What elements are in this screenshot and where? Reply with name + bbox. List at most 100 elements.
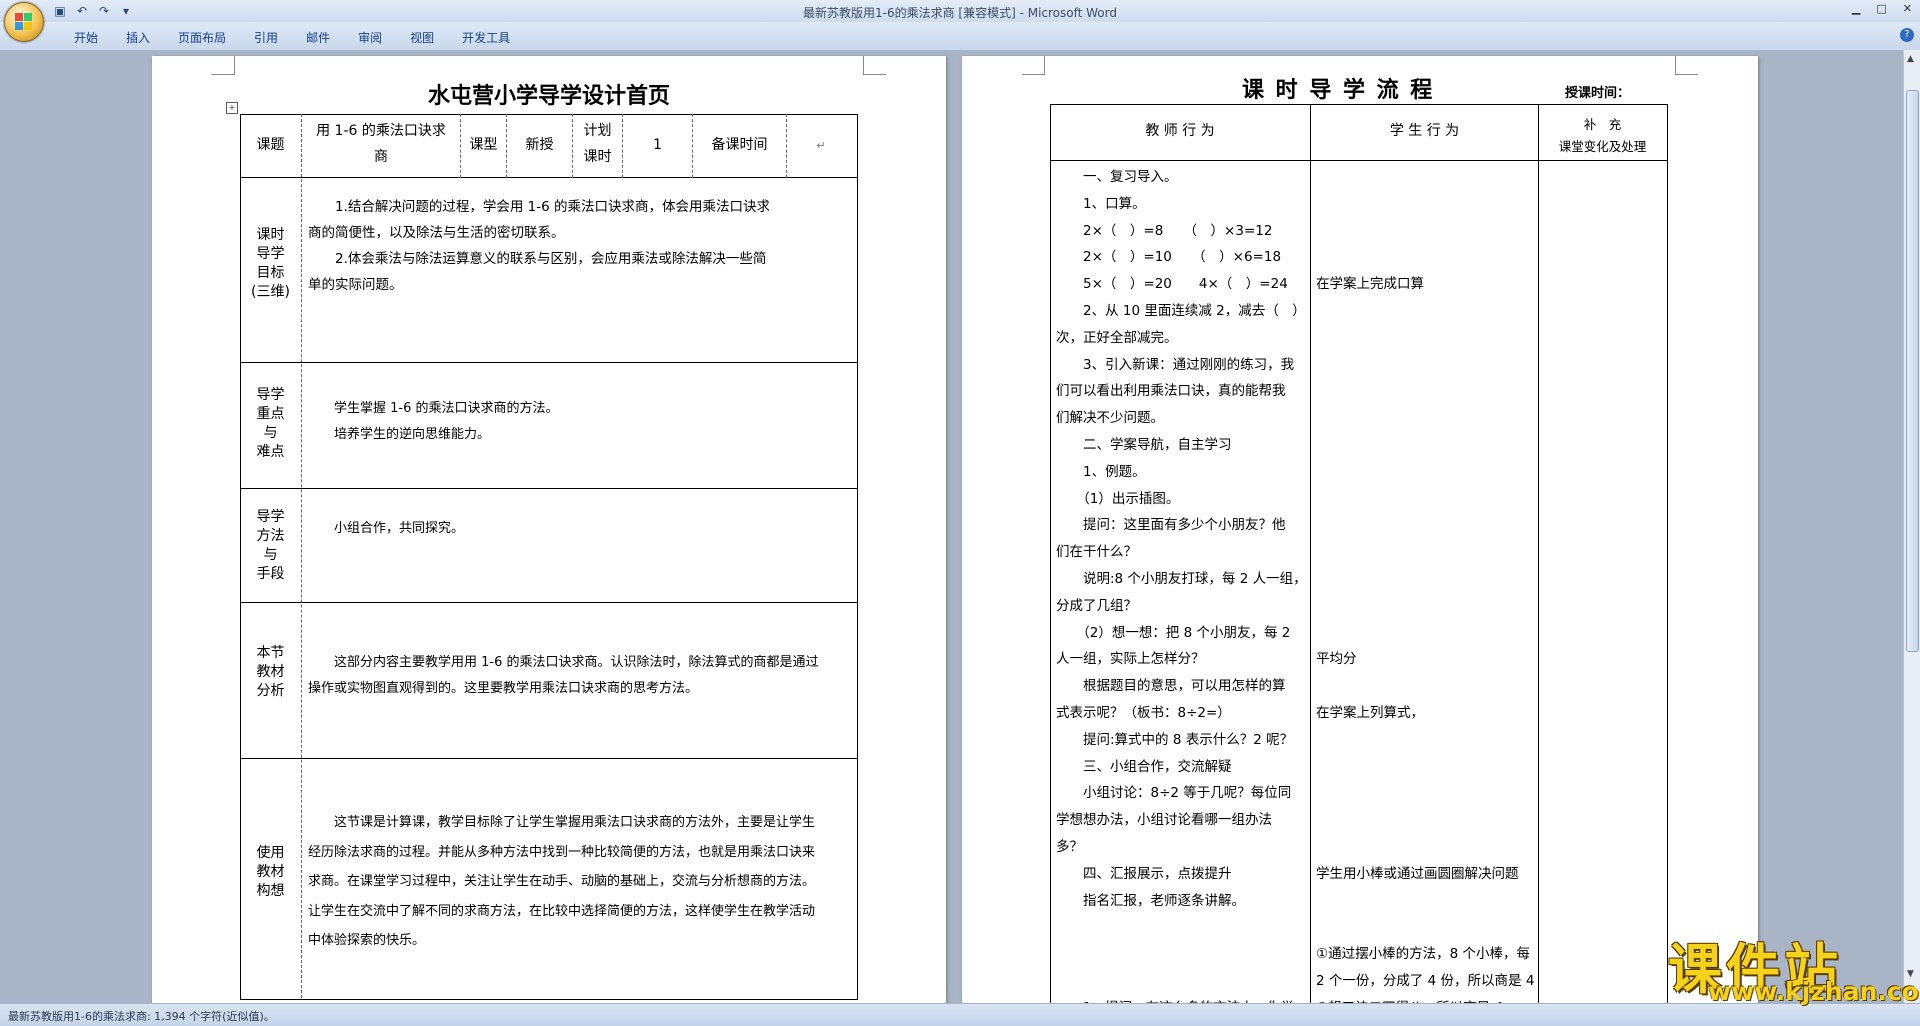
table-rule [240, 602, 858, 603]
student-line: 平均分 [1316, 651, 1357, 668]
plan-label-line: 课时 [583, 149, 612, 165]
key-points-label-line: 重点 [256, 406, 285, 422]
table-rule [240, 177, 858, 178]
maximize-icon[interactable]: □ [1876, 2, 1886, 15]
student-line [1316, 914, 1534, 941]
close-icon[interactable]: ✕ [1903, 2, 1912, 15]
page-title: 水屯营小学导学设计首页 [427, 83, 670, 109]
student-line [1316, 459, 1534, 486]
teacher-line: 们解决不少问题。 [1056, 410, 1164, 427]
site-watermark: 课件站 www.kjzhan.com [1668, 925, 1920, 1006]
tab-home[interactable]: 开始 [60, 29, 112, 46]
window-title: 最新苏教版用1-6的乘法求商 [兼容模式] - Microsoft Word [802, 6, 1117, 20]
goals-line: 1.结合解决问题的过程，学会用 1-6 的乘法口诀求商，体会用乘法口诀求 [308, 199, 771, 215]
plan-label: 计划 课时 [573, 118, 622, 170]
page-left[interactable]: + 水屯营小学导学设计首页 课题 用 1-6 的乘法口诀求 商 课型 新授 计划… [152, 56, 946, 1006]
goals-label-line: 课时 [256, 227, 285, 243]
methods-line: 小组合作，共同探究。 [308, 521, 465, 536]
teacher-header: 教 师 行 为 [1145, 123, 1215, 139]
student-line [1316, 807, 1534, 834]
plan-value: 1 [653, 137, 662, 153]
extra-header: 补 充 课堂变化及处理 [1539, 114, 1666, 158]
conception-content[interactable]: 这节课是计算课，教学目标除了让学生掌握用乘法口诀求商的方法外，主要是让学生 经历… [308, 808, 856, 956]
tab-developer[interactable]: 开发工具 [448, 29, 524, 46]
analysis-line: 这部分内容主要教学用用 1-6 的乘法口诀求商。认识除法时，除法算式的商都是通过 [308, 655, 819, 670]
teacher-actions[interactable]: 一、复习导入。 1、口算。 2×（ ）=8 （ ）×3=12 2×（ ）=10 … [1056, 164, 1307, 1006]
student-line [1316, 620, 1534, 647]
teacher-line: 根据题目的意思，可以用怎样的算 [1056, 678, 1286, 695]
teacher-line: 提问：这里面有多少个小朋友？他 [1056, 517, 1286, 534]
teacher-line: 人一组，实际上怎样分？ [1056, 651, 1205, 668]
help-icon[interactable]: ? [1900, 28, 1914, 42]
student-line [1316, 164, 1534, 191]
tab-insert[interactable]: 插入 [112, 29, 164, 46]
vertical-scrollbar[interactable]: ▲ ▼ [1903, 50, 1920, 1003]
key-points-label: 导学 重点 与 难点 [240, 386, 301, 462]
type-value: 新授 [525, 137, 554, 153]
tab-review[interactable]: 审阅 [344, 29, 396, 46]
teacher-line [1056, 968, 1307, 995]
conception-label: 使用 教材 构想 [240, 844, 301, 901]
lesson-time-label: 授课时间： [1565, 86, 1631, 101]
analysis-label-line: 教材 [256, 664, 285, 680]
extra-header-line: 课堂变化及处理 [1558, 139, 1647, 154]
analysis-label: 本节 教材 分析 [240, 644, 301, 701]
key-points-line: 培养学生的逆向思维能力。 [308, 427, 491, 442]
conception-label-line: 教材 [256, 864, 285, 880]
table-rule [240, 758, 858, 759]
topic-label: 课题 [256, 137, 285, 153]
student-line [1316, 780, 1534, 807]
teacher-line: 5×（ ）=20 4×（ ）=24 [1056, 276, 1288, 293]
office-button[interactable] [4, 2, 44, 42]
key-points-line: 学生掌握 1-6 的乘法口诀求商的方法。 [308, 401, 559, 416]
teacher-line: 小组讨论：8÷2 等于几呢？每位同 [1056, 785, 1292, 802]
office-logo-icon [15, 13, 33, 31]
key-points-label-line: 难点 [256, 444, 285, 460]
conception-label-line: 构想 [256, 883, 285, 899]
title-bar: ▣ ↶ ↷ ▾ 最新苏教版用1-6的乘法求商 [兼容模式] - Microsof… [0, 0, 1920, 22]
teacher-line: 提问:算式中的 8 表示什么？2 呢？ [1056, 731, 1294, 748]
teacher-line: 们在干什么？ [1056, 544, 1137, 561]
word-count-status[interactable]: 最新苏教版用1-6的乘法求商: 1,394 个字符(近似值)。 [8, 1008, 275, 1024]
table-rule [240, 488, 858, 489]
extra-header-line: 补 充 [1583, 117, 1622, 132]
tab-references[interactable]: 引用 [240, 29, 292, 46]
student-line [1316, 566, 1534, 593]
teacher-line: 1、口算。 [1056, 195, 1146, 212]
page-right[interactable]: 课 时 导 学 流 程 授课时间： 教 师 行 为 学 生 行 为 补 充 课堂… [962, 56, 1758, 1006]
minimize-icon[interactable]: ▁ [1852, 2, 1860, 15]
page-title: 课 时 导 学 流 程 [1242, 77, 1435, 103]
topic-value-line: 用 1-6 的乘法口诀求 [316, 123, 446, 139]
goals-line: 2.体会乘法与除法运算意义的联系与区别，会应用乘法或除法解决一些简 [308, 251, 767, 267]
key-points-content[interactable]: 学生掌握 1-6 的乘法口诀求商的方法。 培养学生的逆向思维能力。 [308, 396, 856, 448]
conception-line: 这节课是计算课，教学目标除了让学生掌握用乘法口诀求商的方法外，主要是让学生 [308, 815, 816, 830]
student-line [1316, 727, 1534, 754]
prep-time-value[interactable]: ↵ [787, 136, 855, 155]
scroll-up-icon[interactable]: ▲ [1907, 54, 1914, 64]
student-line: 学生用小棒或通过画圆圈解决问题 [1316, 865, 1519, 882]
crop-mark [863, 56, 886, 75]
student-line: 在学案上完成口算 [1316, 276, 1424, 293]
methods-label-line: 与 [263, 547, 278, 563]
topic-value-line: 商 [374, 149, 388, 165]
methods-label-line: 导学 [256, 509, 285, 525]
tab-mailings[interactable]: 邮件 [292, 29, 344, 46]
student-line: 2 个一份，分成了 4 份，所以商是 4 [1316, 972, 1535, 989]
goals-label: 课时 导学 目标 (三维) [240, 226, 301, 302]
student-line [1316, 298, 1534, 325]
scrollbar-thumb[interactable] [1906, 90, 1919, 652]
methods-content[interactable]: 小组合作，共同探究。 [308, 516, 856, 542]
conception-label-line: 使用 [256, 845, 285, 861]
teacher-line: 2×（ ）=10 （ ）×6=18 [1056, 249, 1282, 266]
student-actions[interactable]: 在学案上完成口算 平均分 在学案上列算式， 学生用小棒或通过画圆圈解决问题 ①通… [1316, 164, 1534, 1006]
goals-label-line: 目标 [256, 265, 285, 281]
tab-page-layout[interactable]: 页面布局 [164, 29, 240, 46]
plan-label-line: 计划 [583, 123, 612, 139]
teacher-line: 们可以看出利用乘法口诀，真的能帮我 [1056, 383, 1286, 400]
tab-view[interactable]: 视图 [396, 29, 448, 46]
conception-line: 中体验探索的快乐。 [308, 933, 426, 948]
analysis-content[interactable]: 这部分内容主要教学用用 1-6 的乘法口诀求商。认识除法时，除法算式的商都是通过… [308, 650, 856, 702]
goals-content[interactable]: 1.结合解决问题的过程，学会用 1-6 的乘法口诀求商，体会用乘法口诀求 商的简… [308, 194, 856, 298]
crop-mark [212, 56, 235, 75]
crop-mark [1022, 56, 1045, 75]
